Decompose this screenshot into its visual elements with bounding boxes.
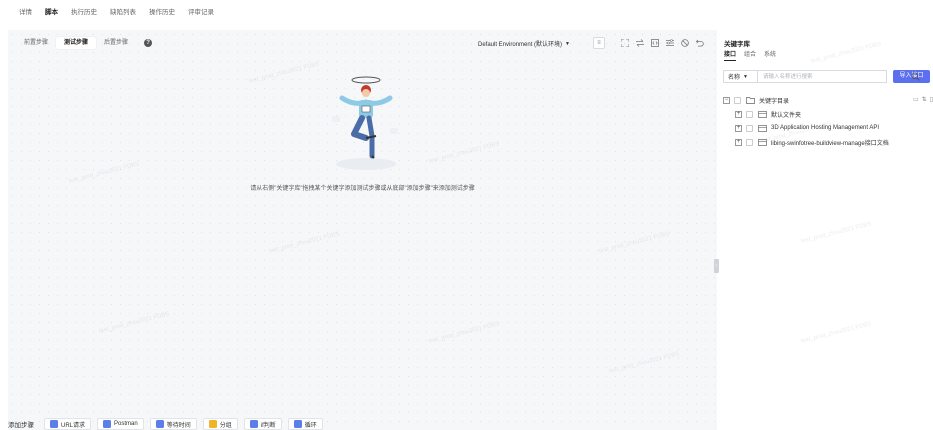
add-wait-time-button[interactable]: 等待时间 [149,418,197,430]
search-input-wrapper [757,70,920,83]
if-condition-icon [249,420,258,428]
watermark: test_prod_zhou2021 FDBS [98,311,171,335]
keyword-search-input[interactable] [757,70,887,83]
tab-execution-history[interactable]: 执行历史 [71,0,97,26]
tab-details[interactable]: 详情 [19,0,32,26]
loop-icon [293,420,302,428]
folder-icon [758,110,767,118]
add-if-condition-button[interactable]: if判断 [243,418,282,430]
empty-state-illustration [326,76,406,176]
watermark: test_prod_zhou2021 FDBS [598,231,671,255]
tree-root-row[interactable]: − 关键字目录 ▭ ⇅ ▯ [723,93,933,107]
code-view-icon[interactable] [650,37,660,49]
collapse-icon[interactable]: − [723,96,730,104]
watermark: test_prod_zhou2021 FDBS [68,161,141,185]
disable-icon[interactable] [680,37,690,49]
swap-icon[interactable] [635,37,645,49]
collapse-panel-handle[interactable]: › [714,259,719,273]
watermark: test_prod_zhou2021 FDBS [800,321,873,345]
keyword-library-title: 关键字库 [724,41,750,48]
tree-checkbox[interactable] [746,124,753,132]
sort-icon[interactable]: ⇅ [922,93,927,107]
watermark: test_prod_zhou2021 FDBS [428,141,501,165]
tab-test-steps[interactable]: 测试步骤 [56,37,97,49]
caret-down-icon: ▼ [743,73,748,80]
new-folder-icon[interactable]: ▭ [913,93,919,107]
expand-icon[interactable]: + [735,138,742,146]
expand-icon[interactable]: + [735,124,742,132]
environment-select[interactable]: Default Environment (默认环境) ▼ [478,38,570,49]
tree-checkbox[interactable] [734,96,741,104]
watermark: test_prod_zhou2021 FDBS [800,221,873,245]
watermark: test_prod_zhou2021 FDBS [268,231,341,255]
tree-item-label: 3D Application Hosting Management API [771,125,880,131]
fullscreen-icon[interactable] [620,37,630,49]
keyword-search-row: 名称 ▼ 导入接口 [723,70,930,83]
tab-pre-steps[interactable]: 前置步骤 [16,37,56,49]
caret-down-icon: ▼ [565,40,570,47]
keyword-library-tabs: 接口 组合 系统 [724,49,776,61]
keyword-library-panel: test_prod_zhou2021 FDBS test_prod_zhou20… [720,30,933,430]
tab-review-records[interactable]: 评审记录 [188,0,214,26]
tab-system[interactable]: 系统 [764,49,776,61]
tab-script[interactable]: 脚本 [45,0,58,26]
search-field-label: 名称 [728,75,741,81]
tree-item[interactable]: + libing-swinfotree-buildview-manage接口文档 [723,135,933,149]
list-settings-icon[interactable] [665,37,675,49]
environment-settings-button[interactable]: ≡ [593,37,605,49]
undo-icon[interactable] [695,37,705,49]
url-request-icon [50,420,58,428]
tab-combination[interactable]: 组合 [744,49,756,61]
button-label: 等待时间 [166,422,191,429]
tree-item-label: libing-swinfotree-buildview-manage接口文档 [771,140,889,147]
tab-post-steps[interactable]: 后置步骤 [96,37,136,49]
tree-item[interactable]: + 默认文件夹 [723,107,933,121]
watermark: test_prod_zhou2021 FDBS [810,41,883,65]
add-step-label: 添加步骤 [8,422,34,429]
help-icon[interactable]: ? [144,39,153,47]
add-loop-button[interactable]: 循环 [287,418,323,430]
tree-checkbox[interactable] [746,138,753,146]
tree-checkbox[interactable] [746,110,753,118]
step-phase-tabs: 前置步骤 测试步骤 后置步骤 ? [16,37,153,49]
keyword-tree: − 关键字目录 ▭ ⇅ ▯ + 默认文件夹 + 3D Application H… [723,93,933,149]
tree-root-label: 关键字目录 [759,98,790,105]
add-step-bar: 添加步骤 URL请求 Postman 等待时间 分组 if判断 循环 [8,418,323,430]
editor-toolbar [620,37,705,49]
search-icon[interactable] [911,72,920,81]
button-label: 循环 [304,422,317,429]
add-postman-button[interactable]: Postman [97,418,144,430]
folder-icon [746,96,755,104]
button-label: 分组 [219,422,232,429]
button-label: if判断 [260,422,276,429]
button-label: URL请求 [61,422,86,429]
empty-state-hint: 请从右侧"关键字库"拖拽某个关键字添加测试步骤或从底部"添加步骤"来添加测试步骤 [250,186,475,192]
expand-icon[interactable]: + [735,110,742,118]
wait-time-icon [155,420,164,428]
watermark: test_prod_zhou2021 FDBS [248,61,321,85]
watermark: test_prod_zhou2021 FDBS [428,321,501,345]
button-label: Postman [114,421,138,427]
environment-label: Default Environment (默认环境) [478,42,563,48]
tree-item[interactable]: + 3D Application Hosting Management API [723,121,933,135]
add-group-button[interactable]: 分组 [202,418,238,430]
tree-item-label: 默认文件夹 [771,112,802,119]
add-url-request-button[interactable]: URL请求 [44,418,92,430]
postman-icon [103,420,112,428]
search-field-select[interactable]: 名称 ▼ [723,70,757,83]
watermark: test_prod_zhou2021 FDBS [608,351,681,375]
tree-root-actions: ▭ ⇅ ▯ [913,93,933,107]
top-tab-bar: 详情 脚本 执行历史 缺陷列表 操作历史 评审记录 [0,0,933,26]
step-editor-canvas[interactable]: test_prod_zhou2021 FDBS test_prod_zhou20… [8,30,719,430]
group-icon [208,420,217,428]
tab-defect-list[interactable]: 缺陷列表 [110,0,136,26]
tab-interface[interactable]: 接口 [724,49,737,61]
tab-operation-history[interactable]: 操作历史 [149,0,175,26]
folder-icon [758,138,767,146]
folder-icon [758,124,767,132]
